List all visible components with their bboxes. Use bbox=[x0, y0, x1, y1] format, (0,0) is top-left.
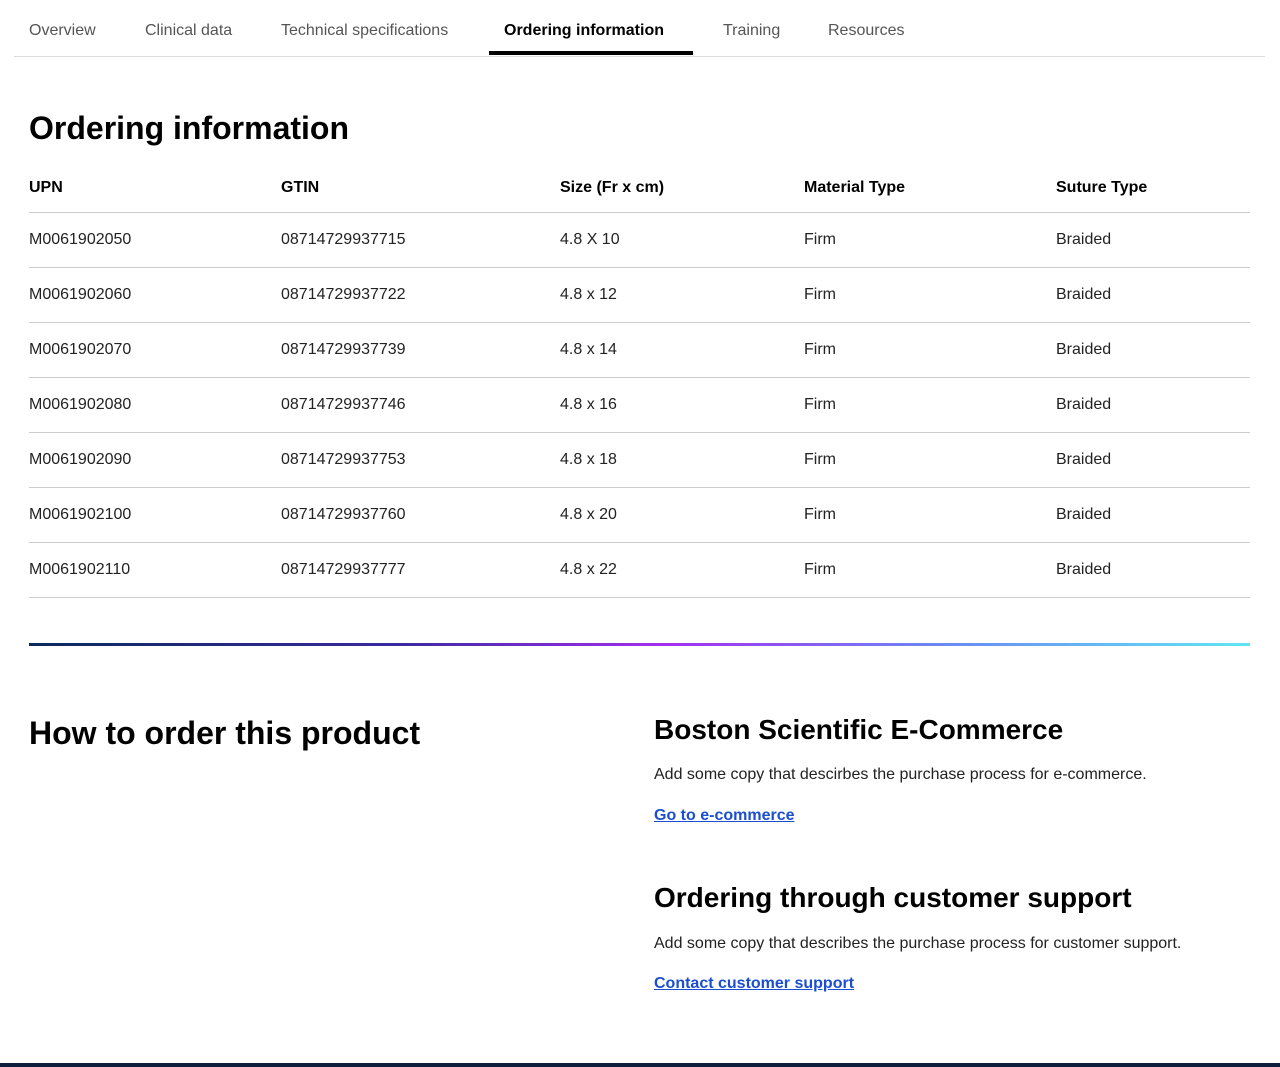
column-header-material-type: Material Type bbox=[804, 164, 1056, 212]
cell-size: 4.8 x 16 bbox=[560, 377, 804, 432]
cell-material-type: Firm bbox=[804, 542, 1056, 597]
column-header-gtin: GTIN bbox=[281, 164, 560, 212]
ecommerce-heading: Boston Scientific E-Commerce bbox=[654, 714, 1254, 746]
cell-gtin: 08714729937777 bbox=[281, 542, 560, 597]
cell-size: 4.8 x 14 bbox=[560, 322, 804, 377]
cell-upn: M0061902070 bbox=[29, 322, 281, 377]
table-row: M0061902070087147299377394.8 x 14FirmBra… bbox=[29, 322, 1250, 377]
table-row: M0061902110087147299377774.8 x 22FirmBra… bbox=[29, 542, 1250, 597]
cell-gtin: 08714729937753 bbox=[281, 432, 560, 487]
cell-upn: M0061902080 bbox=[29, 377, 281, 432]
customer-support-heading: Ordering through customer support bbox=[654, 882, 1254, 914]
cell-material-type: Firm bbox=[804, 212, 1056, 267]
table-row: M0061902050087147299377154.8 X 10FirmBra… bbox=[29, 212, 1250, 267]
column-header-size: Size (Fr x cm) bbox=[560, 164, 804, 212]
cell-upn: M0061902050 bbox=[29, 212, 281, 267]
contact-customer-support-link[interactable]: Contact customer support bbox=[654, 975, 854, 993]
gradient-divider bbox=[29, 643, 1250, 646]
tab-resources[interactable]: Resources bbox=[828, 22, 904, 40]
table-row: M0061902090087147299377534.8 x 18FirmBra… bbox=[29, 432, 1250, 487]
go-to-ecommerce-link[interactable]: Go to e-commerce bbox=[654, 807, 794, 825]
tab-overview[interactable]: Overview bbox=[29, 22, 96, 40]
tab-bar: Overview Clinical data Technical specifi… bbox=[14, 0, 1265, 57]
active-tab-indicator bbox=[489, 51, 693, 55]
tab-technical-specifications[interactable]: Technical specifications bbox=[281, 22, 448, 40]
cell-material-type: Firm bbox=[804, 432, 1056, 487]
footer-bar bbox=[0, 1063, 1280, 1067]
ordering-table: UPN GTIN Size (Fr x cm) Material Type Su… bbox=[29, 164, 1250, 598]
tab-training[interactable]: Training bbox=[723, 22, 780, 40]
cell-upn: M0061902100 bbox=[29, 487, 281, 542]
table-row: M0061902080087147299377464.8 x 16FirmBra… bbox=[29, 377, 1250, 432]
cell-gtin: 08714729937746 bbox=[281, 377, 560, 432]
cell-upn: M0061902110 bbox=[29, 542, 281, 597]
cell-material-type: Firm bbox=[804, 322, 1056, 377]
cell-size: 4.8 x 12 bbox=[560, 267, 804, 322]
cell-gtin: 08714729937739 bbox=[281, 322, 560, 377]
cell-suture-type: Braided bbox=[1056, 267, 1250, 322]
cell-suture-type: Braided bbox=[1056, 542, 1250, 597]
tab-clinical-data[interactable]: Clinical data bbox=[145, 22, 232, 40]
how-to-order-heading: How to order this product bbox=[29, 715, 420, 752]
cell-material-type: Firm bbox=[804, 377, 1056, 432]
cell-material-type: Firm bbox=[804, 487, 1056, 542]
cell-size: 4.8 X 10 bbox=[560, 212, 804, 267]
table-row: M0061902060087147299377224.8 x 12FirmBra… bbox=[29, 267, 1250, 322]
column-header-suture-type: Suture Type bbox=[1056, 164, 1250, 212]
page-title: Ordering information bbox=[29, 110, 349, 147]
customer-support-description: Add some copy that describes the purchas… bbox=[654, 935, 1254, 953]
ecommerce-description: Add some copy that descirbes the purchas… bbox=[654, 766, 1254, 784]
cell-size: 4.8 x 18 bbox=[560, 432, 804, 487]
cell-upn: M0061902090 bbox=[29, 432, 281, 487]
ecommerce-section: Boston Scientific E-Commerce Add some co… bbox=[654, 714, 1254, 825]
cell-suture-type: Braided bbox=[1056, 487, 1250, 542]
cell-size: 4.8 x 20 bbox=[560, 487, 804, 542]
cell-material-type: Firm bbox=[804, 267, 1056, 322]
customer-support-section: Ordering through customer support Add so… bbox=[654, 882, 1254, 993]
tab-ordering-information[interactable]: Ordering information bbox=[504, 22, 664, 40]
cell-upn: M0061902060 bbox=[29, 267, 281, 322]
table-row: M0061902100087147299377604.8 x 20FirmBra… bbox=[29, 487, 1250, 542]
cell-suture-type: Braided bbox=[1056, 377, 1250, 432]
cell-suture-type: Braided bbox=[1056, 212, 1250, 267]
cell-suture-type: Braided bbox=[1056, 322, 1250, 377]
cell-size: 4.8 x 22 bbox=[560, 542, 804, 597]
column-header-upn: UPN bbox=[29, 164, 281, 212]
cell-gtin: 08714729937722 bbox=[281, 267, 560, 322]
cell-gtin: 08714729937715 bbox=[281, 212, 560, 267]
cell-suture-type: Braided bbox=[1056, 432, 1250, 487]
cell-gtin: 08714729937760 bbox=[281, 487, 560, 542]
table-header-row: UPN GTIN Size (Fr x cm) Material Type Su… bbox=[29, 164, 1250, 212]
